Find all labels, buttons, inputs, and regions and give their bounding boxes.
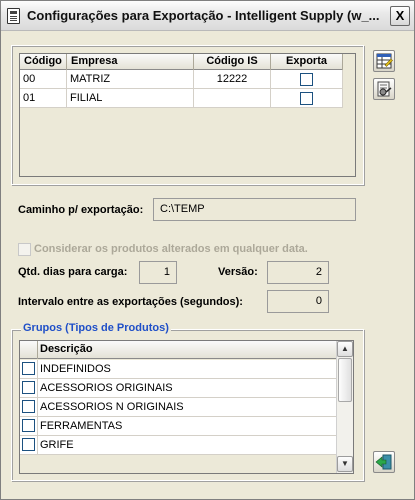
scroll-down-icon[interactable]: ▼ bbox=[337, 456, 353, 472]
config-button[interactable] bbox=[373, 78, 395, 100]
groups-list-header: Descrição bbox=[20, 341, 336, 359]
companies-grid-header: Código Empresa Código IS Exporta bbox=[20, 54, 343, 70]
cell-empresa[interactable]: MATRIZ bbox=[67, 70, 194, 89]
list-item[interactable]: INDEFINIDOS bbox=[20, 360, 336, 379]
app-icon bbox=[7, 8, 20, 24]
col-exporta[interactable]: Exporta bbox=[271, 54, 343, 70]
list-item-check-cell bbox=[20, 379, 38, 398]
col-codigo[interactable]: Código bbox=[20, 54, 67, 70]
list-item[interactable]: GRIFE bbox=[20, 436, 336, 455]
list-item-label: INDEFINIDOS bbox=[40, 363, 111, 375]
exit-icon bbox=[375, 454, 392, 470]
group-checkbox[interactable] bbox=[22, 381, 35, 394]
cell-codigo[interactable]: 00 bbox=[20, 70, 67, 89]
title-bar[interactable]: Configurações para Exportação - Intellig… bbox=[1, 1, 414, 31]
grid-edit-icon bbox=[376, 53, 393, 69]
list-item[interactable]: FERRAMENTAS bbox=[20, 417, 336, 436]
list-item[interactable]: ACESSORIOS ORIGINAIS bbox=[20, 379, 336, 398]
list-item-label: ACESSORIOS ORIGINAIS bbox=[40, 382, 173, 394]
version-input[interactable]: 2 bbox=[267, 261, 329, 284]
table-row[interactable]: 00 MATRIZ 12222 bbox=[20, 70, 343, 89]
exporta-checkbox[interactable] bbox=[300, 91, 313, 105]
version-label: Versão: bbox=[218, 266, 258, 278]
groups-scrollbar[interactable]: ▲ ▼ bbox=[336, 341, 353, 473]
cell-exporta bbox=[271, 89, 343, 108]
export-path-label: Caminho p/ exportação: bbox=[18, 204, 144, 216]
export-path-input[interactable]: C:\TEMP bbox=[153, 198, 356, 221]
groups-list: Descrição INDEFINIDOS ACESSORIOS ORIGINA… bbox=[19, 340, 354, 474]
list-item[interactable]: ACESSORIOS N ORIGINAIS bbox=[20, 398, 336, 417]
list-item-check-cell bbox=[20, 398, 38, 417]
list-item-check-cell bbox=[20, 436, 38, 455]
export-config-window: Configurações para Exportação - Intellig… bbox=[0, 0, 415, 500]
col-empresa[interactable]: Empresa bbox=[67, 54, 194, 70]
days-for-load-label: Qtd. dias para carga: bbox=[18, 266, 128, 278]
list-item-label: GRIFE bbox=[40, 439, 74, 451]
close-button[interactable]: X bbox=[390, 6, 410, 26]
companies-grid: Código Empresa Código IS Exporta 00 MATR… bbox=[19, 53, 356, 177]
exporta-checkbox[interactable] bbox=[300, 72, 313, 86]
list-item-check-cell bbox=[20, 360, 38, 379]
grid-edit-button[interactable] bbox=[373, 50, 395, 72]
list-item-label: FERRAMENTAS bbox=[40, 420, 123, 432]
interval-input[interactable]: 0 bbox=[267, 290, 329, 313]
group-checkbox[interactable] bbox=[22, 419, 35, 432]
scroll-thumb[interactable] bbox=[338, 358, 352, 402]
list-item-label: ACESSORIOS N ORIGINAIS bbox=[40, 401, 184, 413]
group-checkbox[interactable] bbox=[22, 362, 35, 375]
exit-button[interactable] bbox=[373, 451, 395, 473]
groups-title: Grupos (Tipos de Produtos) bbox=[21, 322, 171, 334]
interval-label: Intervalo entre as exportações (segundos… bbox=[18, 296, 243, 308]
cell-codigo[interactable]: 01 bbox=[20, 89, 67, 108]
list-item-check-cell bbox=[20, 417, 38, 436]
group-checkbox[interactable] bbox=[22, 438, 35, 451]
scroll-up-icon[interactable]: ▲ bbox=[337, 341, 353, 357]
col-descricao[interactable]: Descrição bbox=[40, 341, 93, 358]
config-icon bbox=[377, 81, 392, 97]
group-checkbox[interactable] bbox=[22, 400, 35, 413]
cell-exporta bbox=[271, 70, 343, 89]
consider-changed-checkbox[interactable] bbox=[18, 243, 31, 256]
window-title: Configurações para Exportação - Intellig… bbox=[27, 8, 380, 23]
cell-codigo-is[interactable] bbox=[194, 89, 271, 108]
consider-changed-label: Considerar os produtos alterados em qual… bbox=[34, 243, 308, 255]
days-for-load-input[interactable]: 1 bbox=[139, 261, 177, 284]
table-row[interactable]: 01 FILIAL bbox=[20, 89, 343, 108]
cell-codigo-is[interactable]: 12222 bbox=[194, 70, 271, 89]
col-codigo-is[interactable]: Código IS bbox=[194, 54, 271, 70]
header-check-col bbox=[20, 341, 38, 359]
cell-empresa[interactable]: FILIAL bbox=[67, 89, 194, 108]
